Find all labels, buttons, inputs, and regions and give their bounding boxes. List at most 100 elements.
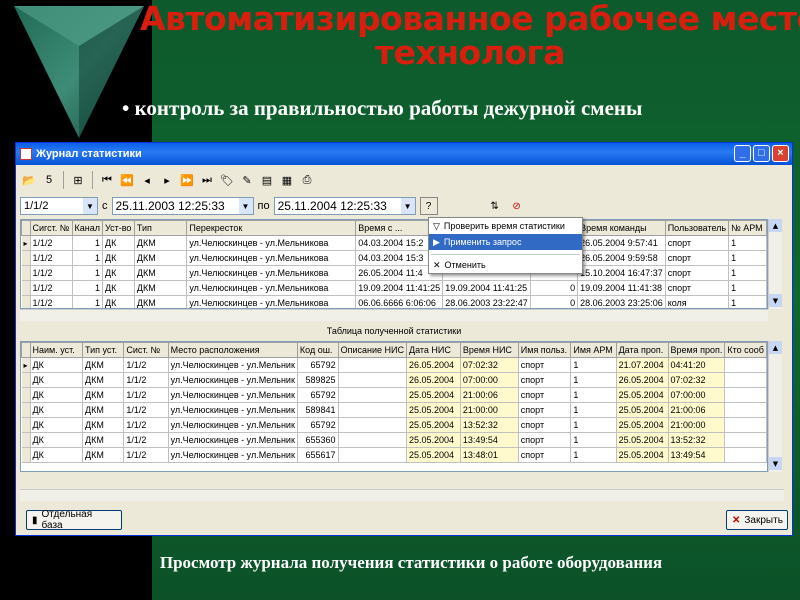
table-cell[interactable]: спорт (518, 417, 572, 433)
table-cell[interactable]: 65792 (297, 387, 339, 403)
table-cell[interactable]: 1 (728, 295, 767, 308)
table-cell[interactable]: 25.05.2004 (616, 402, 669, 418)
column-header[interactable]: Дата проп. (615, 342, 669, 358)
table-cell[interactable]: ДК (30, 447, 83, 463)
table-cell[interactable]: 1/1/2 (30, 235, 73, 251)
table-cell[interactable]: 1/1/2 (123, 372, 169, 388)
open-folder-icon[interactable]: 📂 (20, 171, 38, 189)
table-cell[interactable] (338, 417, 407, 433)
table-cell[interactable]: ДК (30, 387, 83, 403)
cancel-query-icon[interactable]: ⊘ (507, 197, 526, 215)
first-record-icon[interactable]: ⏮ (98, 171, 116, 189)
column-header[interactable]: Место расположения (167, 342, 298, 358)
table-cell[interactable]: 21:00:00 (668, 417, 726, 433)
date-from-field[interactable]: 25.11.2003 12:25:33 ▼ (111, 197, 254, 215)
query-filter-button[interactable]: ? (419, 197, 438, 215)
date-to-field[interactable]: 25.11.2004 12:25:33 ▼ (273, 197, 416, 215)
table-cell[interactable] (724, 387, 767, 403)
menu-item-cancel[interactable]: ✕ Отменить (429, 257, 582, 273)
table-cell[interactable]: ДКМ (82, 402, 125, 418)
next-record-icon[interactable]: ▸ (158, 171, 176, 189)
column-header[interactable]: Перекресток (186, 220, 357, 236)
table-cell[interactable]: 13:52:32 (668, 432, 726, 448)
table-cell[interactable]: 06.06.6666 6:06:06 (355, 295, 444, 308)
table-cell[interactable]: спорт (665, 280, 730, 296)
menu-item-apply-query[interactable]: ▶ Применить запрос (429, 234, 582, 250)
table-cell[interactable]: 1/1/2 (123, 402, 169, 418)
table-cell[interactable] (338, 387, 407, 403)
table-cell[interactable]: 15.10.2004 16:47:37 (577, 265, 666, 281)
table-cell[interactable]: ДКМ (82, 372, 125, 388)
table-cell[interactable] (724, 402, 767, 418)
table-cell[interactable]: коля (665, 295, 730, 308)
column-header[interactable]: Тип уст. (81, 342, 125, 358)
table-cell[interactable]: 19.09.2004 11:41:25 (355, 280, 444, 296)
table-cell[interactable]: 1 (728, 235, 767, 251)
sort-icon[interactable]: ⇅ (485, 197, 504, 215)
table-cell[interactable]: ул.Челюскинцев - ул.Мельникова (186, 280, 357, 296)
table-cell[interactable]: 1/1/2 (123, 432, 169, 448)
close-button[interactable]: ✕ Закрыть (726, 510, 788, 530)
table-cell[interactable]: ДК (30, 417, 83, 433)
table-cell[interactable]: 1/1/2 (123, 417, 169, 433)
close-window-button[interactable]: × (772, 145, 789, 162)
scroll-up-icon[interactable]: ▲ (769, 219, 782, 232)
table-cell[interactable]: спорт (518, 357, 572, 373)
table-cell[interactable]: 26.05.2004 9:59:58 (577, 250, 666, 266)
table-cell[interactable]: 1/1/2 (123, 447, 169, 463)
table-cell[interactable]: ул.Челюскинцев - ул.Мельник (168, 432, 298, 448)
column-header[interactable]: Время проп. (667, 342, 726, 358)
scroll-up-icon[interactable]: ▲ (769, 341, 782, 354)
table-cell[interactable]: 589841 (297, 402, 339, 418)
table-cell[interactable]: ДК (30, 357, 83, 373)
table-cell[interactable]: 1 (72, 280, 103, 296)
table-cell[interactable]: ДК (102, 265, 135, 281)
column-header[interactable]: Время команды (577, 220, 666, 236)
table-cell[interactable] (338, 447, 407, 463)
table-cell[interactable] (724, 417, 767, 433)
table-cell[interactable]: ДК (30, 402, 83, 418)
table-cell[interactable]: ДКМ (134, 265, 188, 281)
last-record-icon[interactable]: ⏭ (198, 171, 216, 189)
table-cell[interactable] (338, 432, 407, 448)
table-cell[interactable]: 26.05.2004 (406, 372, 461, 388)
table-cell[interactable] (724, 432, 767, 448)
table-row[interactable]: ДК ДКМ 1/1/2 ул.Челюскинцев - ул.Мельник 655… (21, 447, 767, 463)
menu-item-check-time[interactable]: ▽ Проверить время статистики (429, 218, 582, 234)
table-row[interactable]: ДК ДКМ 1/1/2 ул.Челюскинцев - ул.Мельник 655… (21, 432, 767, 448)
table-cell[interactable] (724, 357, 767, 373)
table-cell[interactable]: ул.Челюскинцев - ул.Мельник (168, 402, 298, 418)
table-cell[interactable]: 04:41:20 (668, 357, 726, 373)
table-cell[interactable]: ДК (102, 250, 135, 266)
table-cell[interactable]: ДКМ (134, 280, 188, 296)
table-cell[interactable]: ДК (102, 295, 135, 308)
chevron-down-icon[interactable]: ▼ (400, 198, 415, 214)
table-row[interactable]: ДК ДКМ 1/1/2 ул.Челюскинцев - ул.Мельник 589… (21, 372, 767, 388)
table-row[interactable]: ДК ДКМ 1/1/2 ул.Челюскинцев - ул.Мельник 657… (21, 387, 767, 403)
column-header[interactable]: Сигст. № (29, 220, 73, 236)
table-cell[interactable]: ул.Челюскинцев - ул.Мельник (168, 447, 298, 463)
table-cell[interactable]: 25.05.2004 (406, 447, 461, 463)
table-row[interactable]: ▸ ДК ДКМ 1/1/2 ул.Челюскинцев - ул.Мельник 65… (21, 357, 767, 373)
column-header[interactable]: № АРМ (728, 220, 767, 236)
table-cell[interactable]: 1 (72, 235, 103, 251)
table-cell[interactable] (338, 357, 407, 373)
table-cell[interactable]: 1 (570, 387, 617, 403)
table-cell[interactable]: 1/1/2 (123, 387, 169, 403)
table-cell[interactable]: 25.05.2004 (616, 387, 669, 403)
chevron-down-icon[interactable]: ▼ (83, 198, 97, 214)
network-icon[interactable]: ⊞ (69, 171, 87, 189)
table-cell[interactable]: 655617 (297, 447, 339, 463)
column-header[interactable]: Описание НИС (337, 342, 407, 358)
table-cell[interactable]: 25.05.2004 (616, 432, 669, 448)
table-cell[interactable]: 28.06.2003 23:22:47 (442, 295, 531, 308)
table-cell[interactable]: 0 (530, 280, 579, 296)
table-cell[interactable]: ДКМ (82, 387, 125, 403)
table-cell[interactable]: спорт (518, 432, 572, 448)
table-cell[interactable] (338, 402, 407, 418)
prev-record-icon[interactable]: ◂ (138, 171, 156, 189)
table-cell[interactable]: 28.06.2003 23:25:06 (577, 295, 666, 308)
column-header[interactable]: Дата НИС (405, 342, 461, 358)
report-icon[interactable]: ▤ (258, 171, 276, 189)
table-cell[interactable]: 1/1/2 (30, 295, 73, 308)
